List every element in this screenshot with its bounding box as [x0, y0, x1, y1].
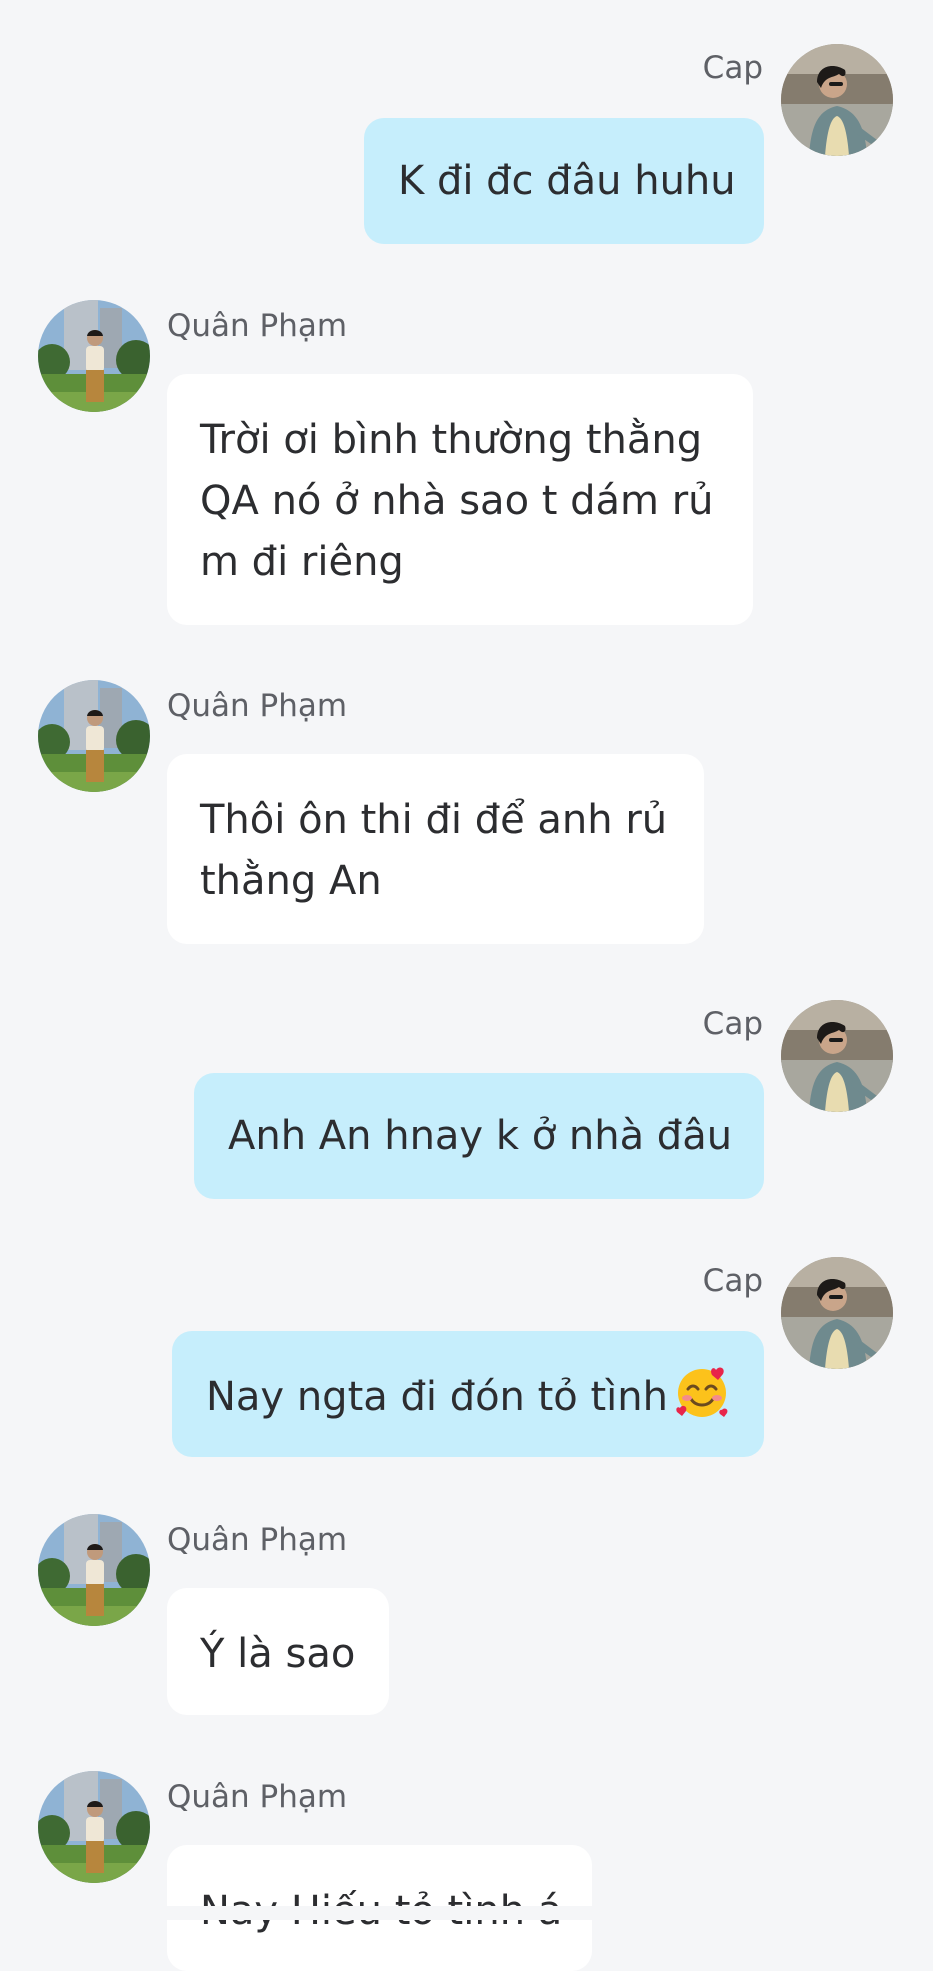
message-bubble[interactable]: Thôi ôn thi đi để anh rủ thằng An	[167, 754, 704, 944]
sender-name: Cap	[702, 50, 763, 86]
sender-name: Cap	[702, 1006, 763, 1042]
sender-name: Cap	[702, 1263, 763, 1299]
avatar-cap[interactable]	[781, 44, 893, 156]
message-bubble[interactable]: K đi đc đâu huhu	[364, 118, 764, 244]
sender-name: Quân Phạm	[167, 688, 348, 724]
message-text: K đi đc đâu huhu	[398, 158, 736, 204]
message-text-line: Thôi ôn thi đi để anh rủ	[200, 797, 668, 843]
viewport-edge	[0, 1906, 933, 1920]
avatar-quan-pham[interactable]	[38, 1771, 150, 1883]
avatar-cap[interactable]	[781, 1000, 893, 1112]
chat-thread: Cap K đi đc đâu huhu Quân Phạm Trời ơi b…	[0, 0, 933, 1971]
message-text-line: Nay ngta đi đón tỏ tình	[206, 1364, 730, 1428]
message-text: Ý là sao	[200, 1631, 356, 1677]
avatar-cap[interactable]	[781, 1257, 893, 1369]
message-text-line: QA nó ở nhà sao t dám rủ	[200, 478, 714, 524]
avatar-quan-pham[interactable]	[38, 680, 150, 792]
message-text: Nay ngta đi đón tỏ tình	[206, 1374, 668, 1420]
avatar-quan-pham[interactable]	[38, 1514, 150, 1626]
sender-name: Quân Phạm	[167, 1522, 348, 1558]
sender-name: Quân Phạm	[167, 1779, 348, 1815]
smiling-face-with-hearts-icon	[674, 1364, 730, 1420]
message-bubble[interactable]: Trời ơi bình thường thằng QA nó ở nhà sa…	[167, 374, 753, 625]
avatar-quan-pham[interactable]	[38, 300, 150, 412]
message-bubble[interactable]: Anh An hnay k ở nhà đâu	[194, 1073, 764, 1199]
message-bubble[interactable]: Ý là sao	[167, 1588, 389, 1715]
message-text-line: Trời ơi bình thường thằng	[200, 417, 703, 463]
message-text: Anh An hnay k ở nhà đâu	[228, 1113, 733, 1159]
message-text-line: thằng An	[200, 858, 382, 904]
message-bubble[interactable]: Nay ngta đi đón tỏ tình	[172, 1331, 764, 1457]
sender-name: Quân Phạm	[167, 308, 348, 344]
message-text-line: m đi riêng	[200, 539, 404, 585]
